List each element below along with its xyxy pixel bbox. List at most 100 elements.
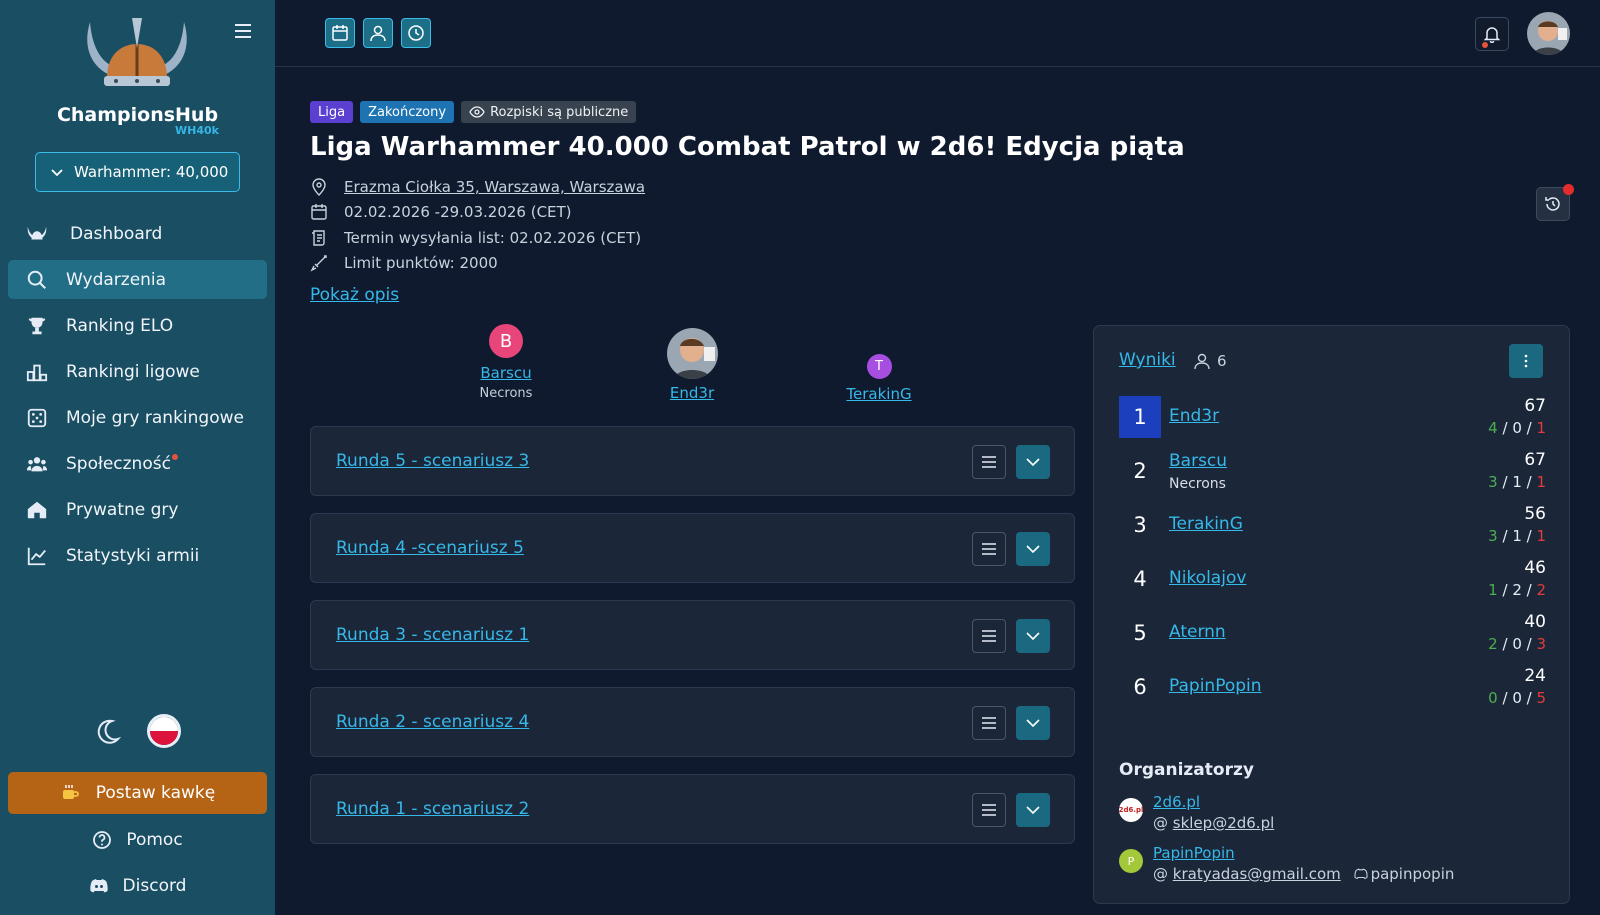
- round-expand-button[interactable]: [1016, 532, 1050, 566]
- round-title[interactable]: Runda 5 - scenariusz 3: [336, 451, 529, 471]
- player-wdl: 4 / 0 / 1: [1488, 419, 1546, 437]
- nav-item-ranking-elo[interactable]: Ranking ELO: [8, 306, 267, 345]
- results-menu-button[interactable]: [1509, 344, 1543, 378]
- podium-second: B Barscu Necrons: [436, 324, 576, 401]
- list-icon: [982, 804, 996, 816]
- organizer-discord: papinpopin: [1370, 865, 1455, 883]
- poland-flag-icon[interactable]: [147, 714, 181, 748]
- nav-item-league-rankings[interactable]: Rankingi ligowe: [8, 352, 267, 391]
- participants-count: 6: [1193, 352, 1227, 370]
- player-score: 40: [1524, 612, 1546, 632]
- brand-subtitle: WH40k: [175, 124, 219, 137]
- chevron-down-icon: [51, 169, 63, 177]
- result-row: 5 Aternn 40 2 / 0 / 3: [1119, 612, 1546, 666]
- nav-label: Ranking ELO: [66, 315, 174, 336]
- results-title[interactable]: Wyniki: [1119, 350, 1176, 370]
- round-card[interactable]: Runda 5 - scenariusz 3: [310, 426, 1075, 496]
- nav-item-my-ranked-games[interactable]: Moje gry rankingowe: [8, 398, 267, 437]
- discord-link[interactable]: Discord: [0, 876, 275, 896]
- player-name[interactable]: Barscu: [1169, 451, 1227, 471]
- podium-player-name[interactable]: Barscu: [436, 364, 576, 382]
- rank-number: 6: [1133, 675, 1147, 699]
- result-row: 2 Barscu Necrons 67 3 / 1 / 1: [1119, 450, 1546, 504]
- organizer-name[interactable]: 2d6.pl: [1153, 793, 1200, 811]
- podium-player-name[interactable]: End3r: [622, 384, 762, 402]
- list-icon: [982, 630, 996, 642]
- round-expand-button[interactable]: [1016, 445, 1050, 479]
- game-select[interactable]: Warhammer: 40,000: [35, 152, 240, 192]
- calendar-icon: [332, 25, 348, 41]
- history-button[interactable]: [1536, 184, 1574, 221]
- round-expand-button[interactable]: [1016, 619, 1050, 653]
- address-link[interactable]: Erazma Ciołka 35, Warszawa, Warszawa: [344, 178, 645, 196]
- podium-third: T TerakinG: [809, 354, 949, 403]
- user-icon: [1194, 353, 1210, 370]
- round-title[interactable]: Runda 4 -scenariusz 5: [336, 538, 524, 558]
- round-title[interactable]: Runda 1 - scenariusz 2: [336, 799, 529, 819]
- calendar-icon: [311, 204, 327, 220]
- round-list-button[interactable]: [972, 532, 1006, 566]
- player-faction: Necrons: [1169, 476, 1226, 492]
- organizers-title: Organizatorzy: [1119, 760, 1254, 780]
- clock-button[interactable]: [401, 18, 431, 48]
- rank-number: 2: [1133, 459, 1147, 483]
- player-name[interactable]: End3r: [1169, 406, 1219, 426]
- organizer-email[interactable]: kratyadas@gmail.com: [1173, 865, 1341, 883]
- chevron-down-icon: [1026, 632, 1040, 641]
- player-wdl: 0 / 0 / 5: [1488, 689, 1546, 707]
- organizer-email[interactable]: sklep@2d6.pl: [1173, 814, 1274, 832]
- player-name[interactable]: TerakinG: [1169, 514, 1243, 534]
- profile-button[interactable]: [363, 18, 393, 48]
- podium-player-name[interactable]: TerakinG: [809, 385, 949, 403]
- nav-label: Społeczność: [66, 453, 171, 474]
- round-title[interactable]: Runda 2 - scenariusz 4: [336, 712, 529, 732]
- home-icon: [27, 501, 47, 518]
- notification-dot: [1482, 42, 1488, 48]
- list-icon: [982, 456, 996, 468]
- nav-item-private-games[interactable]: Prywatne gry: [8, 490, 267, 529]
- nav-item-events[interactable]: Wydarzenia: [8, 260, 267, 299]
- discord-label: Discord: [122, 876, 187, 896]
- points-text: Limit punktów: 2000: [344, 254, 498, 273]
- user-avatar[interactable]: [1527, 12, 1570, 55]
- theme-language-row: [0, 714, 275, 748]
- rank-number: 3: [1133, 513, 1147, 537]
- round-list-button[interactable]: [972, 445, 1006, 479]
- hamburger-menu-icon[interactable]: [234, 22, 252, 40]
- nav-item-community[interactable]: Społeczność: [8, 444, 267, 483]
- round-list-button[interactable]: [972, 793, 1006, 827]
- player-name[interactable]: PapinPopin: [1169, 676, 1262, 696]
- history-icon: [1545, 197, 1560, 211]
- organizer-name[interactable]: PapinPopin: [1153, 844, 1235, 862]
- notifications-button[interactable]: [1475, 17, 1509, 51]
- player-wdl: 1 / 2 / 2: [1488, 581, 1546, 599]
- rank-number: 4: [1133, 567, 1147, 591]
- nav-item-dashboard[interactable]: Dashboard: [8, 214, 267, 253]
- sidebar-nav: Dashboard Wydarzenia Ranking ELO Ranking…: [8, 214, 267, 582]
- badge-visibility: Rozpiski są publiczne: [461, 101, 637, 123]
- round-list-button[interactable]: [972, 619, 1006, 653]
- bell-icon: [1483, 27, 1501, 43]
- calendar-button[interactable]: [325, 18, 355, 48]
- player-name[interactable]: Aternn: [1169, 622, 1226, 642]
- round-expand-button[interactable]: [1016, 793, 1050, 827]
- round-title[interactable]: Runda 3 - scenariusz 1: [336, 625, 529, 645]
- round-card[interactable]: Runda 3 - scenariusz 1: [310, 600, 1075, 670]
- viking-helmet-logo[interactable]: [82, 18, 192, 94]
- player-name[interactable]: Nikolajov: [1169, 568, 1246, 588]
- dates-text: 02.02.2026 -29.03.2026 (CET): [344, 203, 572, 222]
- rank-number: 5: [1133, 621, 1147, 645]
- round-card[interactable]: Runda 4 -scenariusz 5: [310, 513, 1075, 583]
- round-card[interactable]: Runda 1 - scenariusz 2: [310, 774, 1075, 844]
- help-link[interactable]: Pomoc: [0, 830, 275, 850]
- buy-coffee-button[interactable]: Postaw kawkę: [8, 772, 267, 814]
- list-icon: [982, 543, 996, 555]
- nav-item-army-stats[interactable]: Statystyki armii: [8, 536, 267, 575]
- organizer-contact: @ kratyadas@gmail.com papinpopin: [1153, 865, 1455, 883]
- round-expand-button[interactable]: [1016, 706, 1050, 740]
- moon-icon[interactable]: [94, 717, 122, 745]
- round-card[interactable]: Runda 2 - scenariusz 4: [310, 687, 1075, 757]
- round-list-button[interactable]: [972, 706, 1006, 740]
- show-description-link[interactable]: Pokaż opis: [310, 285, 399, 305]
- clock-icon: [408, 25, 424, 41]
